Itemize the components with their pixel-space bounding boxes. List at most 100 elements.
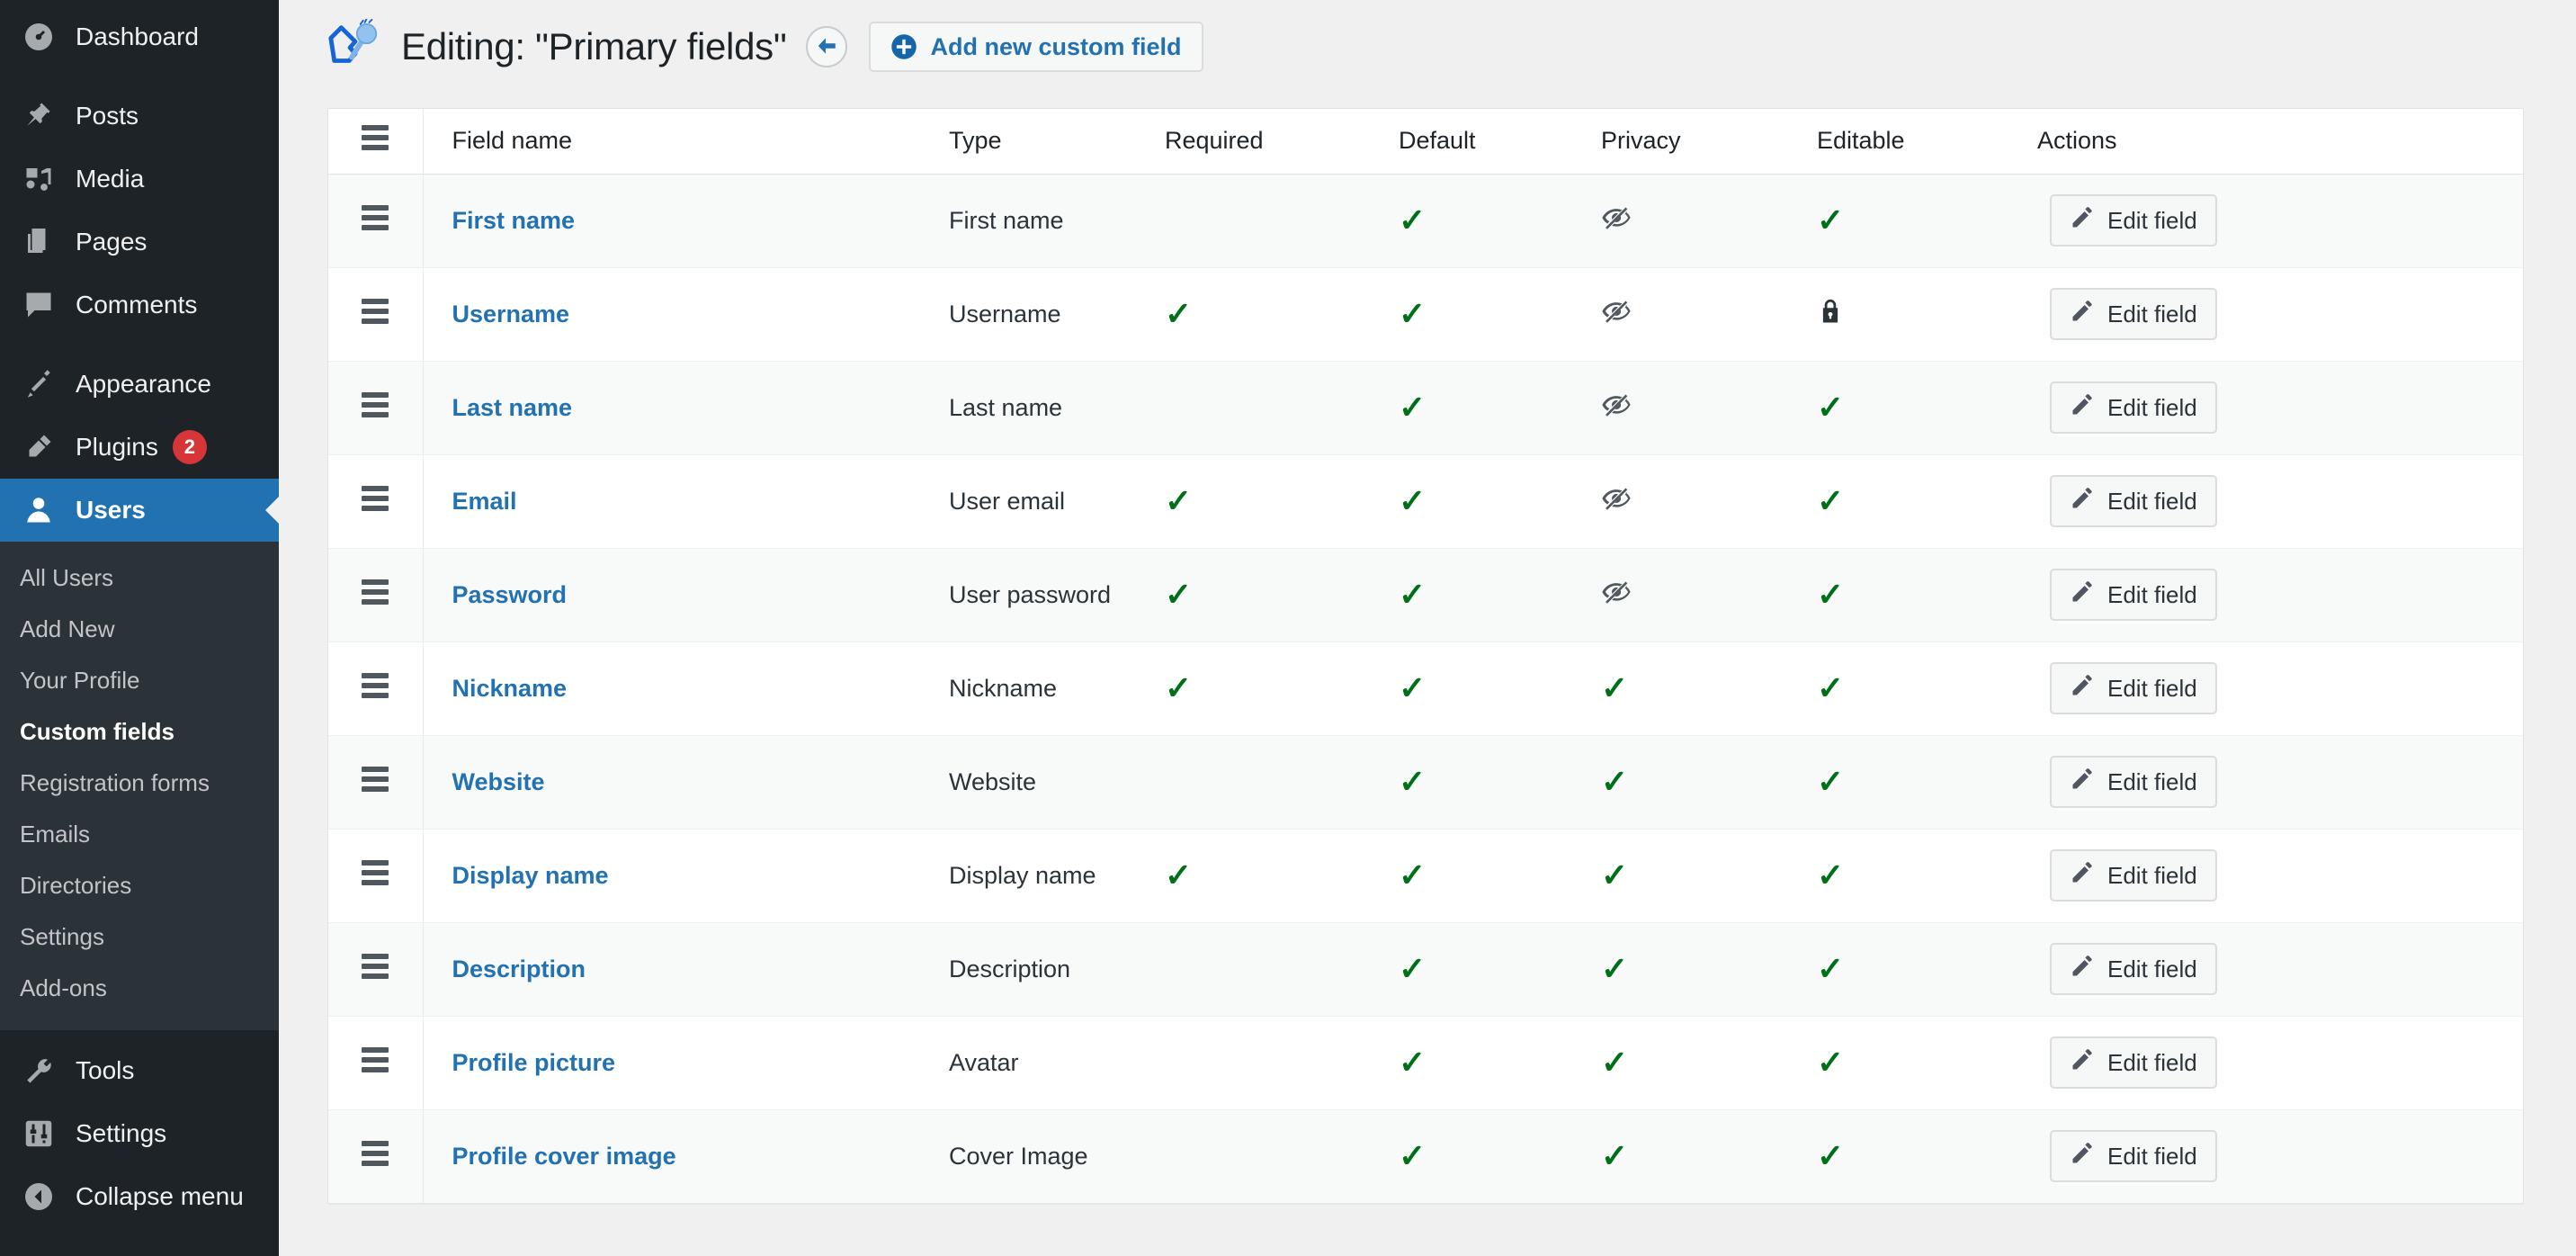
cell-actions: Edit field: [2037, 267, 2523, 362]
sidebar-item-appearance[interactable]: Appearance: [0, 353, 279, 416]
drag-handle-icon[interactable]: [362, 953, 389, 979]
sidebar-item-plugins[interactable]: Plugins 2: [0, 416, 279, 479]
field-name-link[interactable]: Profile picture: [452, 1049, 616, 1076]
collapse-icon: [20, 1178, 58, 1216]
submenu-item-directories[interactable]: Directories: [0, 860, 279, 911]
submenu-item-add-ons[interactable]: Add-ons: [0, 963, 279, 1014]
submenu-item-settings[interactable]: Settings: [0, 911, 279, 963]
sidebar-item-settings[interactable]: Settings: [0, 1102, 279, 1165]
row-drag-handle[interactable]: [328, 829, 424, 923]
check-icon: ✓: [1601, 668, 1629, 706]
cell-editable: ✓: [1817, 922, 2037, 1017]
sidebar-item-posts[interactable]: Posts: [0, 85, 279, 148]
cell-default: ✓: [1399, 267, 1601, 362]
edit-field-button[interactable]: Edit field: [2050, 662, 2217, 714]
field-name-link[interactable]: Password: [452, 581, 568, 608]
submenu-item-all-users[interactable]: All Users: [0, 552, 279, 604]
cell-field-name: Last name: [423, 361, 949, 455]
row-drag-handle[interactable]: [328, 641, 424, 736]
privacy-hidden-icon: [1601, 390, 1632, 426]
field-name-link[interactable]: Profile cover image: [452, 1143, 676, 1170]
edit-field-button[interactable]: Edit field: [2050, 756, 2217, 808]
field-name-link[interactable]: Display name: [452, 862, 609, 889]
row-drag-handle[interactable]: [328, 1016, 424, 1110]
cell-required: [1165, 1016, 1399, 1110]
drag-handle-icon[interactable]: [362, 204, 389, 230]
drag-handle-icon[interactable]: [362, 485, 389, 511]
edit-field-button[interactable]: Edit field: [2050, 475, 2217, 527]
edit-field-button[interactable]: Edit field: [2050, 381, 2217, 434]
cell-editable: ✓: [1817, 829, 2037, 923]
pencil-icon: [2070, 767, 2095, 798]
dashboard-icon: [20, 18, 58, 56]
check-icon: ✓: [1399, 762, 1427, 800]
back-button[interactable]: [806, 26, 848, 67]
sidebar-item-label: Users: [76, 496, 146, 524]
cell-default: ✓: [1399, 548, 1601, 642]
edit-field-button[interactable]: Edit field: [2050, 943, 2217, 995]
edit-field-button[interactable]: Edit field: [2050, 849, 2217, 902]
sidebar-item-collapse-menu[interactable]: Collapse menu: [0, 1165, 279, 1228]
row-drag-handle[interactable]: [328, 361, 424, 455]
row-drag-handle[interactable]: [328, 267, 424, 362]
pencil-icon: [2070, 954, 2095, 985]
drag-handle-icon[interactable]: [362, 298, 389, 324]
field-name-link[interactable]: Nickname: [452, 675, 568, 702]
sidebar-item-pages[interactable]: Pages: [0, 211, 279, 274]
table-row: Last name Last name ✓ ✓ Edit field: [328, 361, 2523, 455]
cell-privacy: ✓: [1601, 829, 1817, 923]
row-drag-handle[interactable]: [328, 735, 424, 830]
cell-field-name: Description: [423, 922, 949, 1017]
edit-field-label: Edit field: [2107, 674, 2197, 702]
add-new-custom-field-button[interactable]: Add new custom field: [869, 22, 1203, 72]
row-drag-handle[interactable]: [328, 922, 424, 1017]
sidebar-item-media[interactable]: Media: [0, 148, 279, 211]
profile-builder-logo-icon: [326, 18, 381, 75]
page-title: Editing: "Primary fields": [401, 25, 787, 67]
check-icon: ✓: [1165, 481, 1193, 519]
sidebar-item-comments[interactable]: Comments: [0, 274, 279, 336]
cell-type: Website: [949, 735, 1165, 830]
field-name-link[interactable]: First name: [452, 207, 576, 234]
field-name-link[interactable]: Email: [452, 488, 517, 515]
row-drag-handle[interactable]: [328, 1109, 424, 1203]
sidebar-item-dashboard[interactable]: Dashboard: [0, 5, 279, 68]
drag-handle-icon[interactable]: [362, 1140, 389, 1166]
drag-handle-icon[interactable]: [362, 579, 389, 605]
column-header-default: Default: [1399, 109, 1601, 175]
edit-field-button[interactable]: Edit field: [2050, 569, 2217, 621]
sidebar-item-tools[interactable]: Tools: [0, 1039, 279, 1102]
submenu-item-your-profile[interactable]: Your Profile: [0, 655, 279, 706]
cell-required: [1165, 361, 1399, 455]
check-icon: ✓: [1399, 949, 1427, 987]
cell-type: Avatar: [949, 1016, 1165, 1110]
sidebar-item-users[interactable]: Users: [0, 479, 279, 542]
edit-field-button[interactable]: Edit field: [2050, 288, 2217, 340]
cell-editable: ✓: [1817, 1016, 2037, 1110]
row-drag-handle[interactable]: [328, 548, 424, 642]
drag-handle-icon[interactable]: [362, 1046, 389, 1072]
plugins-update-badge: 2: [172, 430, 207, 464]
drag-handle-icon[interactable]: [362, 766, 389, 792]
edit-field-button[interactable]: Edit field: [2050, 1036, 2217, 1089]
column-header-editable: Editable: [1817, 109, 2037, 175]
check-icon: ✓: [1601, 949, 1629, 987]
sidebar-divider: [0, 336, 279, 353]
field-name-link[interactable]: Website: [452, 768, 545, 795]
submenu-item-emails[interactable]: Emails: [0, 809, 279, 860]
field-name-link[interactable]: Last name: [452, 394, 573, 421]
cell-privacy: [1601, 361, 1817, 455]
row-drag-handle[interactable]: [328, 174, 424, 268]
submenu-item-registration-forms[interactable]: Registration forms: [0, 758, 279, 809]
drag-handle-icon[interactable]: [362, 672, 389, 698]
drag-handle-icon[interactable]: [362, 391, 389, 417]
submenu-item-custom-fields[interactable]: Custom fields: [0, 706, 279, 758]
drag-handle-icon[interactable]: [362, 859, 389, 885]
cell-privacy: [1601, 174, 1817, 268]
field-name-link[interactable]: Username: [452, 301, 570, 327]
edit-field-button[interactable]: Edit field: [2050, 1130, 2217, 1183]
row-drag-handle[interactable]: [328, 454, 424, 549]
submenu-item-add-new[interactable]: Add New: [0, 604, 279, 655]
field-name-link[interactable]: Description: [452, 955, 586, 982]
edit-field-button[interactable]: Edit field: [2050, 194, 2217, 247]
